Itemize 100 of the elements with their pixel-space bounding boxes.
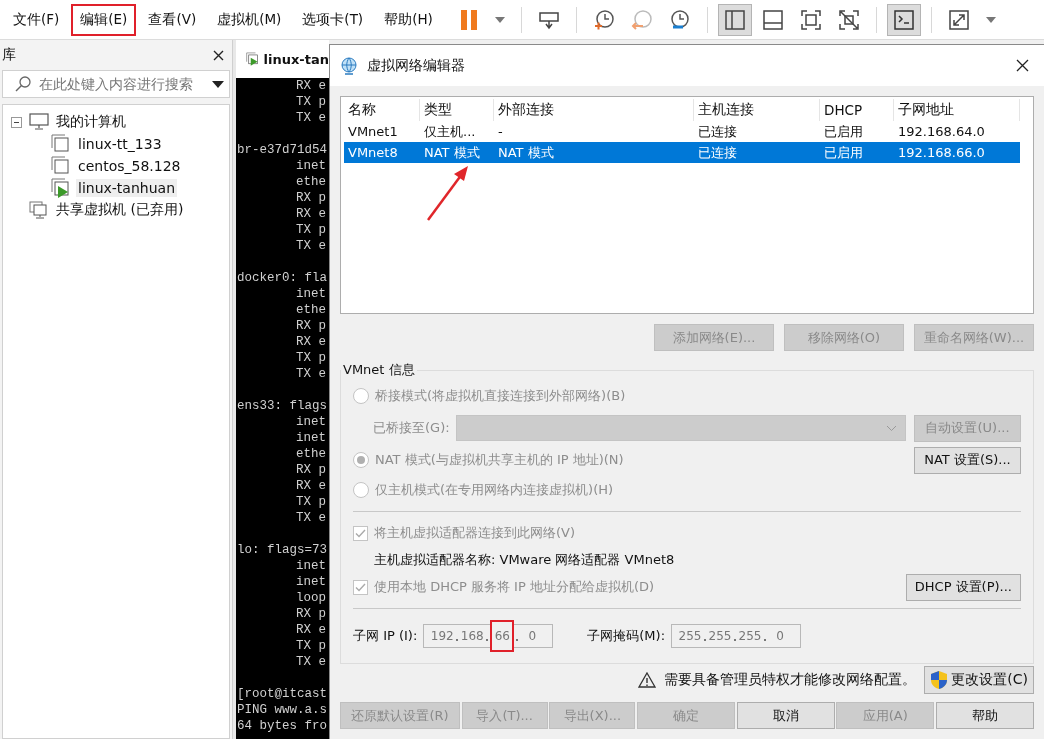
table-cell: NAT 模式 bbox=[424, 143, 480, 162]
terminal-line: inet bbox=[295, 414, 326, 430]
tree-item[interactable]: 共享虚拟机 (已弃用) bbox=[54, 200, 186, 220]
search-field[interactable]: 在此处键入内容进行搜索 bbox=[2, 70, 230, 98]
column-header[interactable]: 外部连接 bbox=[494, 99, 694, 121]
tree-item[interactable]: 我的计算机 bbox=[54, 112, 128, 132]
table-cell: 192.168.64.0 bbox=[898, 124, 985, 139]
terminal-line: TX p bbox=[295, 350, 326, 366]
terminal-line: RX e bbox=[295, 622, 326, 638]
terminal-line: br-e37d71d54 bbox=[236, 142, 327, 158]
adapter-name-text: 主机虚拟适配器名称: VMware 网络适配器 VMnet8 bbox=[374, 551, 675, 569]
console-icon[interactable] bbox=[886, 3, 921, 36]
ip-octet[interactable]: 0 bbox=[520, 625, 545, 647]
terminal-line: RX e bbox=[295, 334, 326, 350]
terminal-line: RX p bbox=[295, 190, 326, 206]
field-label: 已桥接至(G): bbox=[373, 419, 450, 437]
menu-item[interactable]: 虚拟机(M) bbox=[208, 3, 291, 36]
tree-item[interactable]: centos_58.128 bbox=[76, 157, 183, 175]
sidebar-icon[interactable] bbox=[717, 3, 752, 36]
radio-label: 桥接模式(将虚拟机直接连接到外部网络)(B) bbox=[375, 387, 626, 405]
terminal-line: RX e bbox=[295, 78, 326, 94]
dialog-button[interactable]: 取消 bbox=[736, 702, 835, 729]
field-label: 子网掩码(M): bbox=[587, 627, 666, 645]
tree-item[interactable]: linux-tanhuan bbox=[76, 179, 177, 197]
terminal-line: RX e bbox=[295, 206, 326, 222]
change-settings-button[interactable]: 更改设置(C) bbox=[924, 666, 1034, 694]
table-cell: 192.168.66.0 bbox=[898, 145, 985, 160]
terminal-line: ethe bbox=[295, 446, 326, 462]
table-cell: 已连接 bbox=[698, 122, 737, 141]
checkbox-label: 使用本地 DHCP 服务将 IP 地址分配给虚拟机(D) bbox=[374, 578, 655, 596]
terminal-line: inet bbox=[295, 158, 326, 174]
dropdown-caret-icon bbox=[886, 424, 897, 432]
table-cell: VMnet8 bbox=[348, 145, 398, 160]
warning-icon bbox=[638, 672, 657, 688]
terminal-line: lo: flags=73 bbox=[236, 542, 327, 558]
column-header[interactable]: DHCP bbox=[820, 99, 894, 121]
terminal-line: inet bbox=[295, 574, 326, 590]
dialog-button[interactable]: DHCP 设置(P)... bbox=[905, 573, 1021, 601]
terminal-line: [root@itcast bbox=[236, 686, 327, 702]
column-header[interactable]: 主机连接 bbox=[694, 99, 820, 121]
shared-vm-icon bbox=[29, 201, 49, 219]
terminal-line: docker0: fla bbox=[236, 270, 327, 286]
terminal-line: ethe bbox=[295, 302, 326, 318]
ip-octet[interactable]: 0 bbox=[768, 625, 793, 647]
ip-octet[interactable]: 255 bbox=[708, 625, 733, 647]
table-cell: - bbox=[498, 124, 503, 139]
menu-item[interactable]: 选项卡(T) bbox=[293, 3, 373, 36]
collapse-icon[interactable] bbox=[11, 116, 24, 128]
dialog-button[interactable]: NAT 设置(S)... bbox=[914, 446, 1021, 474]
globe-icon bbox=[340, 56, 358, 75]
field-label: 子网 IP (I): bbox=[353, 627, 418, 645]
dialog-button[interactable]: 帮助 bbox=[935, 702, 1034, 729]
column-header[interactable]: 名称 bbox=[344, 99, 420, 121]
shield-icon bbox=[930, 670, 949, 690]
terminal-line: TX p bbox=[295, 638, 326, 654]
radio-label: 仅主机模式(在专用网络内连接虚拟机)(H) bbox=[375, 481, 614, 499]
table-cell: 已启用 bbox=[824, 122, 863, 141]
vm-tab[interactable]: linux-tan bbox=[236, 40, 329, 78]
terminal-line: 64 bytes fro bbox=[236, 718, 327, 734]
search-icon bbox=[15, 76, 31, 92]
close-icon[interactable] bbox=[213, 49, 224, 61]
table-row[interactable]: VMnet1 仅主机... - 已连接 已启用 192.168.64.0 bbox=[344, 121, 1020, 142]
menu-item[interactable]: 帮助(H) bbox=[375, 3, 442, 36]
terminal-line: inet bbox=[295, 430, 326, 446]
terminal-line: RX e bbox=[295, 478, 326, 494]
dropdown-field[interactable] bbox=[455, 415, 906, 441]
table-cell: 已连接 bbox=[698, 143, 737, 162]
column-header[interactable]: 类型 bbox=[420, 99, 494, 121]
terminal-line: inet bbox=[295, 558, 326, 574]
ip-octet[interactable]: 192 bbox=[430, 625, 455, 647]
menu-item[interactable]: 文件(F) bbox=[4, 3, 69, 36]
terminal-line: ens33: flags bbox=[236, 398, 327, 414]
monitor-icon bbox=[29, 113, 49, 131]
terminal-line: inet bbox=[295, 286, 326, 302]
terminal-line: PING www.a.s bbox=[236, 702, 327, 718]
tree-item[interactable]: linux-tt_133 bbox=[76, 135, 164, 153]
terminal-line: RX p bbox=[295, 462, 326, 478]
terminal-line: TX p bbox=[295, 222, 326, 238]
table-cell: VMnet1 bbox=[348, 124, 398, 139]
ip-field[interactable]: 255 255 255 0 bbox=[671, 624, 802, 648]
ip-octet[interactable]: 255 bbox=[738, 625, 763, 647]
terminal-line: RX p bbox=[295, 318, 326, 334]
close-icon[interactable] bbox=[1016, 59, 1029, 72]
column-header[interactable]: 子网地址 bbox=[894, 99, 1020, 121]
ip-octet[interactable]: 66 bbox=[490, 620, 515, 652]
notice-text: 需要具备管理员特权才能修改网络配置。 bbox=[664, 671, 917, 689]
ip-octet[interactable]: 168 bbox=[460, 625, 485, 647]
terminal-line: TX e bbox=[295, 110, 326, 126]
table-cell: NAT 模式 bbox=[498, 143, 554, 162]
checkbox-label: 将主机虚拟适配器连接到此网络(V) bbox=[374, 524, 576, 542]
library-title: 库 bbox=[2, 46, 16, 64]
dropdown-caret-icon[interactable] bbox=[212, 80, 224, 88]
menu-item[interactable]: 查看(V) bbox=[139, 3, 206, 36]
ip-octet[interactable]: 255 bbox=[678, 625, 703, 647]
terminal-line: TX e bbox=[295, 654, 326, 670]
table-cell: 仅主机... bbox=[424, 122, 476, 141]
group-title: VMnet 信息 bbox=[342, 361, 416, 379]
terminal-line: TX e bbox=[295, 366, 326, 382]
menu-item[interactable]: 编辑(E) bbox=[71, 3, 137, 36]
terminal-line: TX p bbox=[295, 494, 326, 510]
